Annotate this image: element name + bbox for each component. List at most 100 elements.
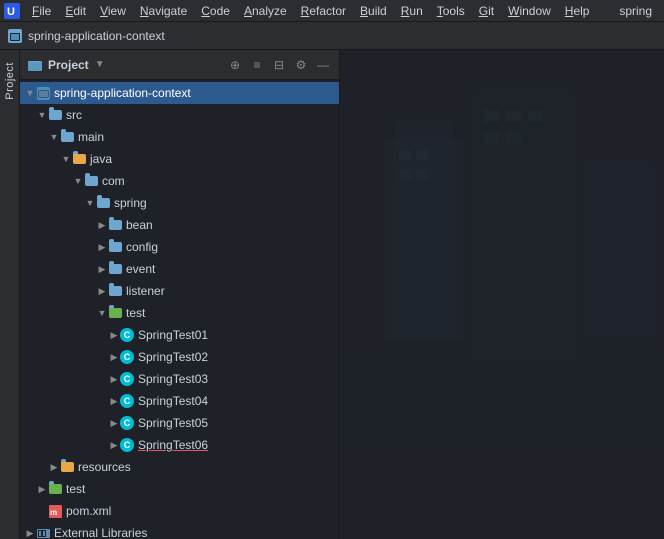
maven-icon: m xyxy=(48,504,62,518)
panel-header-title: Project xyxy=(48,58,89,72)
menu-edit[interactable]: Edit xyxy=(59,2,92,20)
tree-item-springtest06[interactable]: C SpringTest06 xyxy=(20,434,339,456)
menu-view[interactable]: View xyxy=(94,2,132,20)
arrow-st01 xyxy=(108,329,120,341)
tree-item-springtest02[interactable]: C SpringTest02 xyxy=(20,346,339,368)
class-icon-st06: C xyxy=(120,438,134,452)
menu-help[interactable]: Help xyxy=(559,2,596,20)
title-bar: spring-application-context xyxy=(0,22,664,50)
main-label: main xyxy=(78,130,104,144)
springtest01-label: SpringTest01 xyxy=(138,328,208,342)
spring-folder-icon xyxy=(96,196,110,210)
menu-tools[interactable]: Tools xyxy=(431,2,471,20)
arrow-test2 xyxy=(36,483,48,495)
class-icon-st03: C xyxy=(120,372,134,386)
tree-item-springtest05[interactable]: C SpringTest05 xyxy=(20,412,339,434)
tree-item-pom[interactable]: m pom.xml xyxy=(20,500,339,522)
arrow-spring xyxy=(84,197,96,209)
event-folder-icon xyxy=(108,262,122,276)
class-icon-st02: C xyxy=(120,350,134,364)
tree-item-test-folder[interactable]: test xyxy=(20,302,339,324)
src-label: src xyxy=(66,108,82,122)
panel-header-actions: ⊕ ≡ ⊟ ⚙ — xyxy=(227,57,331,73)
menu-code[interactable]: Code xyxy=(195,2,236,20)
arrow-extlibs xyxy=(24,527,36,539)
src-folder-icon xyxy=(48,108,62,122)
menu-navigate[interactable]: Navigate xyxy=(134,2,193,20)
java-label: java xyxy=(90,152,112,166)
tree-item-listener[interactable]: listener xyxy=(20,280,339,302)
menu-file[interactable]: File xyxy=(26,2,57,20)
project-icon xyxy=(8,29,22,43)
panel-folder-icon xyxy=(28,58,42,72)
springtest04-label: SpringTest04 xyxy=(138,394,208,408)
arrow-event xyxy=(96,263,108,275)
side-tab-label: Project xyxy=(4,62,16,100)
tree-item-bean[interactable]: bean xyxy=(20,214,339,236)
event-label: event xyxy=(126,262,155,276)
tree-item-main[interactable]: main xyxy=(20,126,339,148)
arrow-config xyxy=(96,241,108,253)
tree-item-extlibs[interactable]: External Libraries xyxy=(20,522,339,539)
panel-header: Project ▼ ⊕ ≡ ⊟ ⚙ — xyxy=(20,50,339,80)
config-label: config xyxy=(126,240,158,254)
tree-item-spring[interactable]: spring xyxy=(20,192,339,214)
arrow-st02 xyxy=(108,351,120,363)
tree-item-java[interactable]: java xyxy=(20,148,339,170)
extlibs-icon xyxy=(36,526,50,539)
root-label: spring-application-context xyxy=(54,86,191,100)
bean-folder-icon xyxy=(108,218,122,232)
project-name-right: spring xyxy=(619,4,660,18)
config-folder-icon xyxy=(108,240,122,254)
arrow-java xyxy=(60,153,72,165)
panel-header-arrow[interactable]: ▼ xyxy=(95,59,105,70)
menu-run[interactable]: Run xyxy=(395,2,429,20)
svg-text:m: m xyxy=(50,508,57,517)
test2-label: test xyxy=(66,482,85,496)
gear-action-btn[interactable]: ⚙ xyxy=(293,57,309,73)
arrow-root xyxy=(24,87,36,99)
tree-item-test2[interactable]: test xyxy=(20,478,339,500)
tree-item-src[interactable]: src xyxy=(20,104,339,126)
tree-item-springtest03[interactable]: C SpringTest03 xyxy=(20,368,339,390)
app-logo: U xyxy=(4,3,20,19)
springtest06-label: SpringTest06 xyxy=(138,438,208,452)
menu-git[interactable]: Git xyxy=(473,2,500,20)
arrow-st05 xyxy=(108,417,120,429)
menu-refactor[interactable]: Refactor xyxy=(295,2,352,20)
project-title: spring-application-context xyxy=(28,29,165,43)
lines-action-btn[interactable]: ≡ xyxy=(249,57,265,73)
globe-action-btn[interactable]: ⊕ xyxy=(227,57,243,73)
bean-label: bean xyxy=(126,218,153,232)
test-folder-icon xyxy=(108,306,122,320)
menu-analyze[interactable]: Analyze xyxy=(238,2,293,20)
arrow-resources xyxy=(48,461,60,473)
com-folder-icon xyxy=(84,174,98,188)
editor-area xyxy=(340,50,664,539)
svg-text:U: U xyxy=(7,6,15,18)
class-icon-st04: C xyxy=(120,394,134,408)
tree-item-event[interactable]: event xyxy=(20,258,339,280)
tree-item-springtest04[interactable]: C SpringTest04 xyxy=(20,390,339,412)
tree-item-root[interactable]: spring-application-context xyxy=(20,82,339,104)
arrow-st06 xyxy=(108,439,120,451)
tree-item-resources[interactable]: resources xyxy=(20,456,339,478)
tree-item-springtest01[interactable]: C SpringTest01 xyxy=(20,324,339,346)
lines2-action-btn[interactable]: ⊟ xyxy=(271,57,287,73)
test2-folder-icon xyxy=(48,482,62,496)
test-folder-label: test xyxy=(126,306,145,320)
side-tab[interactable]: Project xyxy=(0,50,20,539)
tree-item-com[interactable]: com xyxy=(20,170,339,192)
arrow-com xyxy=(72,175,84,187)
spring-label: spring xyxy=(114,196,147,210)
pom-label: pom.xml xyxy=(66,504,111,518)
minimize-action-btn[interactable]: — xyxy=(315,57,331,73)
springtest03-label: SpringTest03 xyxy=(138,372,208,386)
com-label: com xyxy=(102,174,125,188)
menu-build[interactable]: Build xyxy=(354,2,393,20)
tree-container[interactable]: spring-application-context src main xyxy=(20,80,339,539)
background-decoration xyxy=(340,50,664,440)
arrow-listener xyxy=(96,285,108,297)
menu-window[interactable]: Window xyxy=(502,2,557,20)
tree-item-config[interactable]: config xyxy=(20,236,339,258)
